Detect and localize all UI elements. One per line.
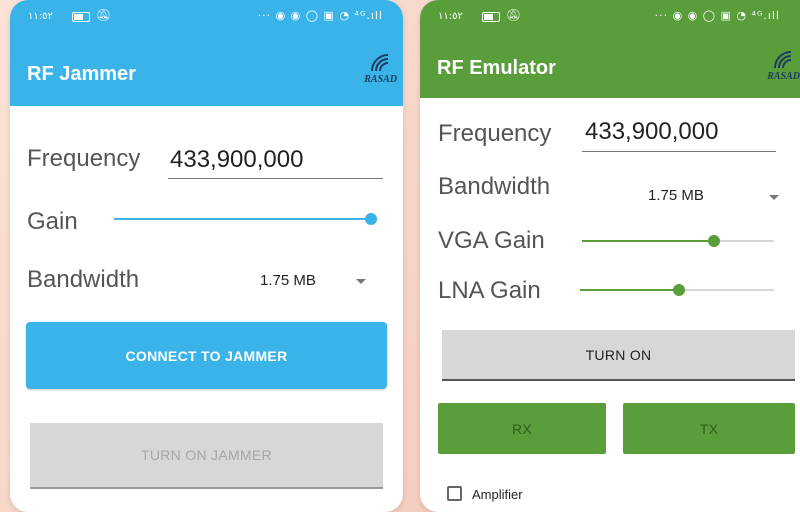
frequency-input-underline xyxy=(582,151,776,152)
rasad-logo: RASAD xyxy=(760,50,800,88)
tx-button[interactable]: TX xyxy=(623,403,795,454)
mute-icon: 🔕︎ xyxy=(96,8,112,22)
bandwidth-label: Bandwidth xyxy=(27,266,140,293)
gain-label: Gain xyxy=(27,208,78,235)
lna-gain-track-fill[interactable] xyxy=(580,289,679,291)
signal-waves-icon xyxy=(371,54,389,72)
vga-gain-thumb[interactable] xyxy=(708,235,721,247)
battery-icon xyxy=(72,12,90,22)
amplifier-label: Amplifier xyxy=(472,487,523,502)
status-time: ١١:٥٢ xyxy=(28,11,53,22)
bandwidth-label: Bandwidth xyxy=(438,173,551,200)
logo-text: RASAD xyxy=(364,74,397,85)
gain-slider-track[interactable] xyxy=(114,218,371,220)
rf-emulator-screen: ١١:٥٢ 🔕︎ ··· ◉ ◉ ◯ ▣ ◔ ⁴ᴳ.ıll RF Emulato… xyxy=(420,0,800,512)
frequency-label: Frequency xyxy=(438,120,552,147)
frequency-input[interactable]: 433,900,000 xyxy=(585,118,718,146)
connect-to-jammer-button[interactable]: CONNECT TO JAMMER xyxy=(26,322,387,389)
vga-gain-label: VGA Gain xyxy=(438,227,545,254)
rf-jammer-screen: ١١:٥٢ 🔕︎ ··· ◉ ◉ ◯ ▣ ◔ ⁴ᴳ.ıll RF Jammer … xyxy=(10,0,403,512)
vga-gain-track-fill[interactable] xyxy=(582,240,715,242)
lna-gain-thumb[interactable] xyxy=(672,284,685,296)
status-bar: ١١:٥٢ 🔕︎ ··· ◉ ◉ ◯ ▣ ◔ ⁴ᴳ.ıll xyxy=(10,0,403,36)
app-bar: RF Jammer RASAD xyxy=(10,36,403,106)
status-icons: ··· ◉ ◉ ◯ ▣ ◔ ⁴ᴳ.ıll xyxy=(654,9,780,22)
status-bar: ١١:٥٢ 🔕︎ ··· ◉ ◉ ◯ ▣ ◔ ⁴ᴳ.ıll xyxy=(420,0,800,36)
app-title: RF Emulator xyxy=(437,57,556,79)
battery-icon xyxy=(482,12,500,22)
app-title: RF Jammer xyxy=(27,63,136,85)
rasad-logo: RASAD xyxy=(357,53,397,91)
chevron-down-icon[interactable] xyxy=(769,195,779,200)
logo-text: RASAD xyxy=(767,71,800,82)
turn-on-button[interactable]: TURN ON xyxy=(442,330,795,381)
lna-gain-label: LNA Gain xyxy=(438,277,541,304)
app-bar: RF Emulator RASAD xyxy=(420,36,800,98)
mute-icon: 🔕︎ xyxy=(506,8,522,22)
status-icons: ··· ◉ ◉ ◯ ▣ ◔ ⁴ᴳ.ıll xyxy=(257,9,383,22)
amplifier-checkbox[interactable] xyxy=(447,486,462,501)
chevron-down-icon[interactable] xyxy=(356,279,366,284)
status-time: ١١:٥٢ xyxy=(438,11,463,22)
frequency-input[interactable]: 433,900,000 xyxy=(170,146,303,174)
bandwidth-value[interactable]: 1.75 MB xyxy=(648,187,704,204)
frequency-label: Frequency xyxy=(27,145,141,172)
gain-slider-thumb[interactable] xyxy=(365,213,377,225)
bandwidth-value[interactable]: 1.75 MB xyxy=(260,272,316,289)
frequency-input-underline xyxy=(168,178,383,179)
signal-waves-icon xyxy=(774,51,792,69)
turn-on-jammer-button[interactable]: TURN ON JAMMER xyxy=(30,423,383,489)
rx-button[interactable]: RX xyxy=(438,403,606,454)
